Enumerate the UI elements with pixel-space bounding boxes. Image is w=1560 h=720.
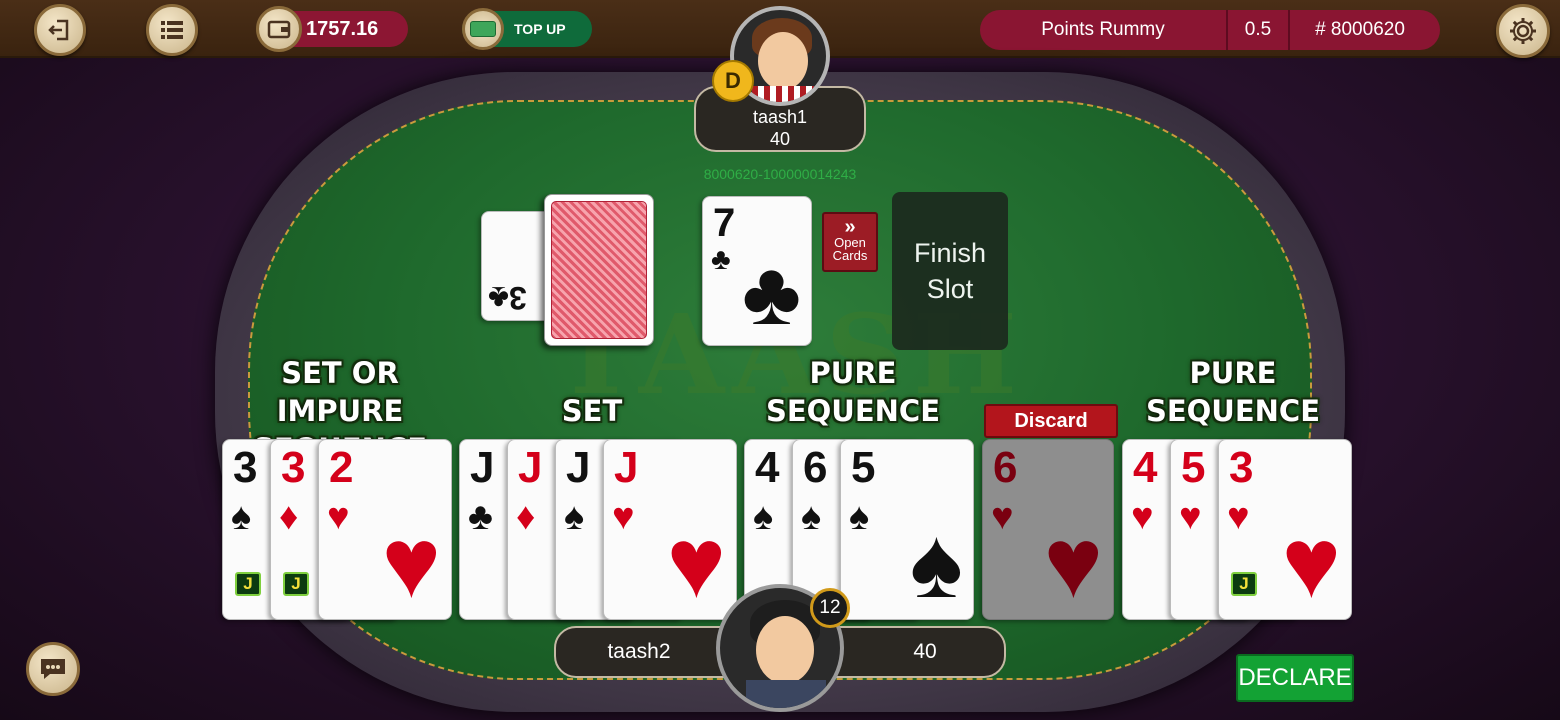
card-suit-large: ♥ [1043, 507, 1103, 619]
hand-card-selected[interactable]: 6 ♥ ♥ [982, 439, 1114, 620]
game-type: Points Rummy [1041, 19, 1165, 40]
exit-button[interactable] [34, 4, 86, 56]
hand-card[interactable]: J ♥ ♥ [603, 439, 737, 620]
discard-button[interactable]: Discard [984, 404, 1118, 438]
point-value: 0.5 [1244, 19, 1272, 40]
closed-deck[interactable] [544, 194, 654, 346]
card-suit-large: ♠ [909, 507, 963, 619]
card-suit-small: ♥ [991, 496, 1014, 538]
card-suit-small: ♥ [612, 496, 635, 538]
hand-card[interactable]: 5 ♠ ♠ [840, 439, 974, 620]
card-suit-small: ♠ [231, 496, 252, 538]
chat-icon [41, 659, 65, 679]
card-suit-large: ♥ [666, 507, 726, 619]
settings-button[interactable] [1496, 4, 1550, 58]
card-rank: 3 [281, 443, 306, 492]
table-id: # 8000620 [1315, 19, 1405, 40]
open-cards-button[interactable]: » Open Cards [822, 212, 878, 272]
peek-rank: 3 [509, 280, 527, 316]
wallet-balance[interactable]: 1757.16 [256, 6, 408, 52]
exit-icon [48, 19, 69, 41]
opponent-name: taash1 [752, 107, 808, 127]
opponent-score: 40 [769, 129, 791, 149]
menu-button[interactable] [146, 4, 198, 56]
wallet-icon [256, 6, 302, 52]
joker-badge: J [283, 572, 309, 596]
wallet-amount: 1757.16 [306, 17, 379, 40]
card-rank: 3 [1229, 443, 1254, 492]
finish-slot[interactable]: Finish Slot [892, 192, 1008, 350]
card-rank: 4 [1133, 443, 1158, 492]
card-suit-small: ♥ [1179, 496, 1202, 538]
card-suit-small: ♣ [468, 496, 493, 538]
open-card-rank: 7 [713, 201, 736, 245]
card-rank: J [470, 443, 495, 492]
group-label-4: PURE SEQUENCE [1145, 356, 1321, 428]
player-name: taash2 [607, 640, 671, 663]
game-info-bar: Points Rummy 0.5 # 8000620 [980, 10, 1440, 50]
card-suit-large: ♥ [1281, 507, 1341, 619]
card-suit-small: ♠ [753, 496, 774, 538]
joker-badge: J [235, 572, 261, 596]
card-suit-small: ♠ [564, 496, 585, 538]
declare-button[interactable]: DECLARE [1236, 654, 1354, 702]
group-label-3: PURE SEQUENCE [765, 356, 941, 428]
card-suit-large: ♥ [381, 507, 441, 619]
menu-icon [161, 21, 183, 39]
card-suit-small: ♠ [849, 496, 870, 538]
player-score: 40 [913, 640, 937, 663]
turn-timer: 12 [810, 588, 850, 628]
card-rank: J [614, 443, 639, 492]
group-label-2: SET [561, 394, 623, 428]
chat-button[interactable] [26, 642, 80, 696]
card-rank: 6 [803, 443, 828, 492]
hand-card[interactable]: 2 ♥ ♥ [318, 439, 452, 620]
card-suit-small: ♥ [327, 496, 350, 538]
card-suit-small: ♠ [801, 496, 822, 538]
card-rank: J [518, 443, 543, 492]
cash-icon [470, 21, 496, 37]
card-suit-small: ♦ [516, 496, 536, 538]
top-up-button[interactable]: TOP UP [462, 8, 592, 50]
open-discard-card[interactable]: 7 ♣ ♣ [702, 196, 812, 346]
card-suit-small: ♥ [1227, 496, 1250, 538]
dealer-badge: D [712, 60, 754, 102]
open-card-suit: ♣ [741, 244, 801, 344]
card-rank: 5 [1181, 443, 1206, 492]
card-rank: 5 [851, 443, 876, 492]
hand-card[interactable]: 3 ♥ ♥ J [1218, 439, 1352, 620]
round-id: 8000620-100000014243 [703, 166, 857, 182]
card-rank: 3 [233, 443, 258, 492]
card-suit-small: ♥ [1131, 496, 1154, 538]
chevrons-right-icon: » [844, 216, 856, 238]
card-rank: 6 [993, 443, 1018, 492]
card-rank: J [566, 443, 591, 492]
card-suit-small: ♦ [279, 496, 299, 538]
settings-icon [1510, 18, 1536, 44]
top-up-label: TOP UP [514, 21, 566, 37]
joker-badge: J [1231, 572, 1257, 596]
card-rank: 4 [755, 443, 780, 492]
card-rank: 2 [329, 443, 354, 492]
